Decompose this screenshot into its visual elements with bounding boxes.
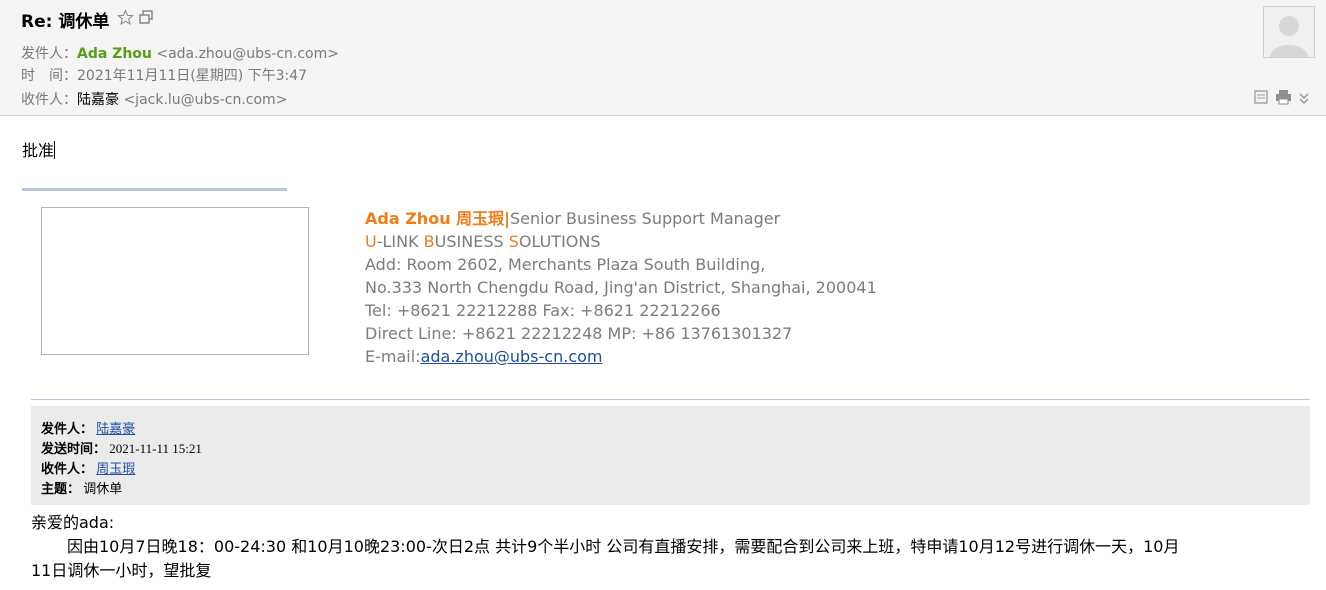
reply-body[interactable]: 批准 bbox=[22, 137, 56, 161]
note-icon[interactable] bbox=[1253, 89, 1269, 109]
to-name[interactable]: 陆嘉豪 bbox=[77, 92, 119, 108]
quoted-subject: 主题： 调休单 bbox=[41, 481, 123, 497]
signature-tel: Tel: +8621 22212288 Fax: +8621 22212266 bbox=[365, 301, 721, 320]
avatar[interactable] bbox=[1263, 6, 1315, 58]
from-email[interactable]: <ada.zhou@ubs-cn.com> bbox=[156, 46, 339, 62]
time-line: 时 间：2021年11月11日(星期四) 下午3:47 bbox=[21, 68, 308, 84]
mail-header: Re: 调休单 发件人：Ada Zhou <ada.zhou@ubs-cn.co… bbox=[0, 0, 1326, 116]
text-cursor bbox=[54, 141, 56, 159]
header-tools bbox=[1253, 89, 1310, 109]
signature-block: Ada Zhou 周玉瑕|Senior Business Support Man… bbox=[365, 207, 877, 368]
signature-divider bbox=[22, 188, 287, 191]
quoted-from-link[interactable]: 陆嘉豪 bbox=[96, 421, 135, 436]
signature-company: U-LINK BUSINESS SOLUTIONS bbox=[365, 232, 601, 251]
signature-address-1: Add: Room 2602, Merchants Plaza South Bu… bbox=[365, 255, 766, 274]
to-email[interactable]: <jack.lu@ubs-cn.com> bbox=[123, 92, 287, 108]
quoted-sent: 发送时间： 2021-11-11 15:21 bbox=[41, 441, 202, 457]
quote-divider bbox=[31, 399, 1310, 400]
from-name[interactable]: Ada Zhou bbox=[77, 46, 152, 62]
chevron-down-icon[interactable] bbox=[1298, 90, 1310, 109]
signature-image-placeholder bbox=[41, 207, 309, 355]
signature-direct: Direct Line: +8621 22212248 MP: +86 1376… bbox=[365, 324, 793, 343]
star-icon[interactable] bbox=[117, 9, 134, 30]
quoted-header: 发件人： 陆嘉豪 发送时间： 2021-11-11 15:21 收件人： 周玉瑕… bbox=[31, 406, 1310, 505]
original-line-2: 11日调休一小时，望批复 bbox=[31, 561, 212, 580]
mail-subject: Re: 调休单 bbox=[21, 12, 110, 32]
time-value: 2021年11月11日(星期四) 下午3:47 bbox=[77, 68, 308, 84]
popout-window-icon[interactable] bbox=[138, 9, 154, 30]
original-line-1: 因由10月7日晚18：00-24:30 和10月10晚23:00-次日2点 共计… bbox=[67, 537, 1180, 556]
quoted-to-link[interactable]: 周玉瑕 bbox=[96, 461, 135, 476]
original-greeting: 亲爱的ada: bbox=[31, 513, 115, 532]
signature-address-2: No.333 North Chengdu Road, Jing'an Distr… bbox=[365, 278, 877, 297]
signature-email-line: E-mail:ada.zhou@ubs-cn.com bbox=[365, 347, 603, 366]
signature-name-line: Ada Zhou 周玉瑕|Senior Business Support Man… bbox=[365, 209, 781, 228]
signature-email-link[interactable]: ada.zhou@ubs-cn.com bbox=[421, 347, 603, 366]
quoted-from: 发件人： 陆嘉豪 bbox=[41, 421, 136, 437]
to-line: 收件人：陆嘉豪 <jack.lu@ubs-cn.com> bbox=[21, 92, 288, 108]
subject-icons bbox=[117, 9, 154, 30]
quoted-to: 收件人： 周玉瑕 bbox=[41, 461, 136, 477]
print-icon[interactable] bbox=[1275, 89, 1292, 109]
from-line: 发件人：Ada Zhou <ada.zhou@ubs-cn.com> bbox=[21, 46, 339, 62]
